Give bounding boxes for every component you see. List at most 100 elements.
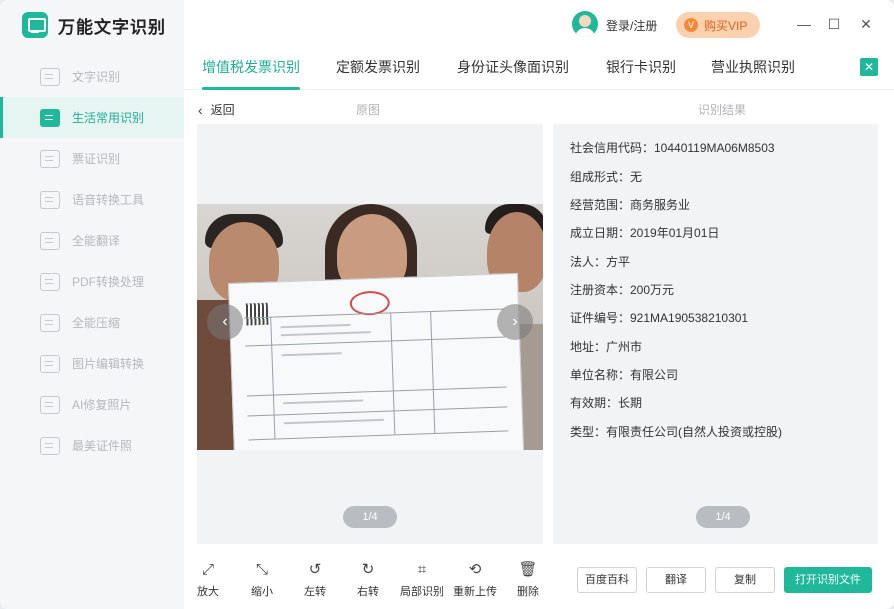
copy-button[interactable]: 复制 (715, 567, 775, 593)
rotate-right-label: 右转 (357, 586, 379, 598)
id-photo-icon (40, 436, 60, 455)
tab-bar: 增值税发票识别 定额发票识别 身份证头像面识别 银行卡识别 营业执照识别 ✕ (184, 46, 894, 90)
ticket-scan-icon (40, 149, 60, 168)
sidebar-item-label: 全能压缩 (72, 316, 121, 330)
original-page-indicator: 1/4 (343, 506, 397, 528)
tab-business-license[interactable]: 营业执照识别 (699, 46, 807, 90)
sidebar-item-label: 语音转换工具 (72, 193, 145, 207)
result-line: 社会信用代码：10440119MA06M8503 (570, 141, 775, 155)
pdf-icon (40, 272, 60, 291)
buy-vip-label: 购买VIP (704, 18, 748, 33)
result-label: 识别结果 (698, 103, 747, 117)
maximize-button[interactable]: ☐ (824, 14, 844, 34)
sidebar-item-pdf[interactable]: PDF转换处理 (0, 261, 184, 302)
app-title: 万能文字识别 (58, 17, 166, 37)
crop-recognize-button[interactable]: ⌗ 局部识别 (398, 560, 446, 599)
sidebar-item-label: 最美证件照 (72, 439, 133, 453)
sidebar-item-image-edit[interactable]: 图片编辑转换 (0, 343, 184, 384)
buy-vip-button[interactable]: V 购买VIP (676, 12, 760, 38)
app-logo: 万能文字识别 (22, 12, 166, 38)
result-line: 类型：有限责任公司(自然人投资或控股) (570, 425, 782, 439)
crop-icon: ⌗ (417, 561, 427, 578)
result-line: 证件编号：921MA190538210301 (570, 311, 749, 325)
delete-button[interactable]: 🗑 删除 (510, 560, 546, 599)
back-label: 返回 (210, 103, 235, 117)
result-line: 注册资本：200万元 (570, 283, 675, 297)
text-scan-icon (40, 67, 60, 86)
chevron-left-icon: ‹ (198, 101, 203, 118)
result-line: 有效期：长期 (570, 396, 643, 410)
minimize-button[interactable]: — (794, 14, 814, 34)
open-file-button[interactable]: 打开识别文件 (784, 567, 872, 593)
result-page-indicator: 1/4 (696, 506, 750, 528)
image-edit-icon (40, 354, 60, 373)
prev-image-button[interactable]: ‹ (207, 304, 243, 340)
reupload-label: 重新上传 (453, 586, 497, 598)
rotate-right-button[interactable]: ↻ 右转 (350, 560, 386, 599)
result-line: 法人：方平 (570, 255, 631, 269)
close-button[interactable]: ✕ (856, 14, 876, 34)
zoom-in-button[interactable]: ⤢ 放大 (190, 560, 226, 599)
sidebar-nav: 文字识别 生活常用识别 票证识别 语音转换工具 全能翻译 PDF转换处理 全能压… (0, 56, 184, 466)
voice-icon (40, 190, 60, 209)
sidebar-item-daily-recognition[interactable]: 生活常用识别 (0, 97, 184, 138)
rotate-left-icon: ↺ (308, 561, 322, 578)
tab-vat-invoice[interactable]: 增值税发票识别 (190, 46, 312, 90)
result-line: 单位名称：有限公司 (570, 368, 679, 382)
sidebar-item-compress[interactable]: 全能压缩 (0, 302, 184, 343)
collapse-icon: ⤡ (255, 561, 268, 578)
expand-icon: ⤢ (201, 561, 214, 578)
delete-label: 删除 (517, 586, 539, 598)
rotate-left-button[interactable]: ↺ 左转 (297, 560, 333, 599)
sidebar-item-voice-tools[interactable]: 语音转换工具 (0, 179, 184, 220)
invoice-document (227, 272, 525, 450)
result-line: 组成形式：无 (570, 170, 643, 184)
sidebar-item-ai-photo[interactable]: AI修复照片 (0, 384, 184, 425)
zoom-in-label: 放大 (197, 586, 219, 598)
back-button[interactable]: ‹ 返回 (198, 101, 235, 118)
baike-button[interactable]: 百度百科 (577, 567, 637, 593)
result-line: 经营范围：商务服务业 (570, 198, 691, 212)
result-line: 地址：广州市 (570, 340, 643, 354)
sidebar-item-label: 文字识别 (72, 70, 121, 84)
close-tab-icon[interactable]: ✕ (860, 58, 878, 76)
zoom-out-label: 缩小 (251, 586, 273, 598)
sidebar-item-label: 票证识别 (72, 152, 121, 166)
sidebar: 万能文字识别 文字识别 生活常用识别 票证识别 语音转换工具 全能翻译 PDF转… (0, 0, 184, 609)
sidebar-item-label: AI修复照片 (72, 398, 132, 412)
zoom-out-button[interactable]: ⤡ 缩小 (244, 560, 280, 599)
tab-bank-card[interactable]: 银行卡识别 (594, 46, 688, 90)
sidebar-item-ticket-recognition[interactable]: 票证识别 (0, 138, 184, 179)
sidebar-item-text-recognition[interactable]: 文字识别 (0, 56, 184, 97)
refresh-icon: ⟲ (468, 561, 482, 578)
ai-photo-icon (40, 395, 60, 414)
original-image-label: 原图 (356, 103, 381, 117)
translate-button[interactable]: 翻译 (646, 567, 706, 593)
rotate-right-icon: ↻ (361, 561, 375, 578)
sidebar-item-label: 全能翻译 (72, 234, 121, 248)
trash-icon: 🗑 (518, 561, 538, 578)
sidebar-item-translate[interactable]: 全能翻译 (0, 220, 184, 261)
sidebar-item-label: 图片编辑转换 (72, 357, 145, 371)
app-logo-icon (22, 12, 48, 38)
qr-code (245, 302, 269, 326)
reupload-button[interactable]: ⟲ 重新上传 (451, 560, 499, 599)
result-line: 成立日期：2019年01月01日 (570, 226, 720, 240)
login-link[interactable]: 登录/注册 (606, 17, 657, 34)
compress-icon (40, 313, 60, 332)
avatar[interactable] (572, 11, 598, 37)
vip-icon: V (684, 18, 698, 32)
sidebar-item-label: PDF转换处理 (72, 275, 145, 289)
sidebar-item-id-photo[interactable]: 最美证件照 (0, 425, 184, 466)
tab-id-card[interactable]: 身份证头像面识别 (445, 46, 581, 90)
sidebar-item-label: 生活常用识别 (72, 111, 145, 125)
face-scan-icon (40, 108, 60, 127)
original-image-panel: ‹ › 1/4 (197, 124, 543, 544)
crop-recognize-label: 局部识别 (400, 586, 444, 598)
next-image-button[interactable]: › (497, 304, 533, 340)
invoice-photo (197, 204, 543, 450)
result-panel: 社会信用代码：10440119MA06M8503 组成形式：无 经营范围：商务服… (553, 124, 878, 544)
title-bar: 登录/注册 V 购买VIP — ☐ ✕ (184, 0, 894, 46)
tab-quota-invoice[interactable]: 定额发票识别 (324, 46, 432, 90)
app-window: 万能文字识别 文字识别 生活常用识别 票证识别 语音转换工具 全能翻译 PDF转… (0, 0, 894, 609)
